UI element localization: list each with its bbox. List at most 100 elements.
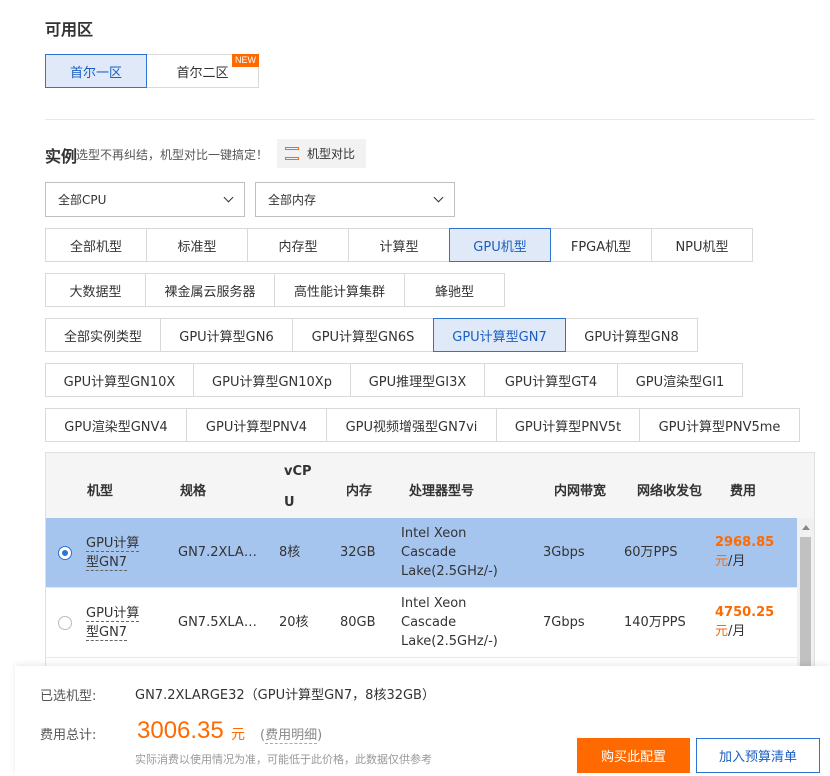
row-vcpu: 8核 bbox=[279, 545, 301, 560]
row-processor: Intel Xeon Cascade Lake(2.5GHz/-) bbox=[401, 524, 498, 581]
family-label: 高性能计算集群 bbox=[293, 284, 385, 300]
type-gt4[interactable]: GPU计算型GT4 bbox=[484, 363, 618, 397]
family-memory[interactable]: 内存型 bbox=[247, 228, 349, 262]
row-bandwidth: 7Gbps bbox=[543, 615, 585, 630]
family-label: GPU机型 bbox=[473, 239, 527, 255]
chevron-down-icon bbox=[223, 192, 234, 203]
buy-config-button[interactable]: 购买此配置 bbox=[577, 738, 690, 773]
type-label: 全部实例类型 bbox=[63, 329, 142, 345]
memory-select-value: 全部内存 bbox=[268, 193, 317, 207]
type-all[interactable]: 全部实例类型 bbox=[45, 318, 161, 352]
total-cost-label: 费用总计: bbox=[40, 728, 97, 743]
type-gn10x[interactable]: GPU计算型GN10X bbox=[45, 363, 194, 397]
row-yuan: 元 bbox=[715, 624, 729, 639]
proc-line: Lake(2.5GHz/-) bbox=[401, 564, 498, 579]
type-pnv4[interactable]: GPU计算型PNV4 bbox=[186, 408, 327, 442]
selected-model-value: GN7.2XLARGE32（GPU计算型GN7，8核32GB） bbox=[135, 688, 435, 703]
type-gn8[interactable]: GPU计算型GN8 bbox=[565, 318, 698, 352]
model-line: GPU计算 bbox=[86, 606, 140, 622]
zone-option-label: 首尔二区 bbox=[176, 65, 229, 81]
type-label: GPU计算型GN6 bbox=[179, 329, 274, 345]
proc-line: Intel Xeon bbox=[401, 596, 467, 611]
type-gn7vi[interactable]: GPU视频增强型GN7vi bbox=[326, 408, 497, 442]
table-header: 机型 规格 vCP U 内存 处理器型号 内网带宽 网络收发包 费用 bbox=[46, 453, 814, 518]
type-label: GPU计算型PNV5me bbox=[658, 419, 781, 435]
family-fengchi[interactable]: 蜂驰型 bbox=[404, 273, 505, 307]
zone-option-seoul-1[interactable]: 首尔一区 bbox=[45, 54, 147, 88]
add-budget-button[interactable]: 加入预算清单 bbox=[696, 738, 820, 773]
row-price: 2968.85 bbox=[715, 535, 775, 550]
type-label: GPU渲染型GNV4 bbox=[64, 419, 168, 435]
table-row[interactable]: GPU计算 型GN7 GN7.5XLA… 20核 80GB Intel Xeon… bbox=[46, 588, 797, 658]
family-all[interactable]: 全部机型 bbox=[45, 228, 147, 262]
table-row[interactable]: GPU计算 型GN7 GN7.2XLA… 8核 32GB Intel Xeon … bbox=[46, 518, 797, 588]
family-hpc[interactable]: 高性能计算集群 bbox=[274, 273, 405, 307]
type-label: GPU渲染型GI1 bbox=[635, 374, 725, 390]
family-bigdata[interactable]: 大数据型 bbox=[45, 273, 146, 307]
row-bandwidth: 3Gbps bbox=[543, 545, 585, 560]
family-gpu[interactable]: GPU机型 bbox=[449, 228, 551, 262]
type-gnv4[interactable]: GPU渲染型GNV4 bbox=[45, 408, 187, 442]
row-per: /月 bbox=[728, 624, 746, 639]
header-vcpu: vCP bbox=[284, 464, 312, 479]
total-price: 3006.35 bbox=[137, 717, 224, 744]
header-spec: 规格 bbox=[180, 484, 207, 499]
type-pnv5t[interactable]: GPU计算型PNV5t bbox=[496, 408, 640, 442]
row-pps: 140万PPS bbox=[624, 615, 686, 630]
header-memory: 内存 bbox=[346, 484, 373, 499]
family-compute[interactable]: 计算型 bbox=[348, 228, 450, 262]
type-gn10xp[interactable]: GPU计算型GN10Xp bbox=[193, 363, 351, 397]
model-line: 型GN7 bbox=[86, 625, 128, 641]
compare-models-button[interactable]: 机型对比 bbox=[277, 139, 366, 168]
cost-detail-link[interactable]: 费用明细 bbox=[265, 728, 318, 744]
type-label: GPU计算型GN10Xp bbox=[212, 374, 332, 390]
scrollbar-thumb[interactable] bbox=[800, 537, 811, 671]
type-label: GPU计算型GN6S bbox=[311, 329, 415, 345]
type-label: GPU计算型GN8 bbox=[584, 329, 679, 345]
row-radio[interactable] bbox=[58, 616, 72, 630]
memory-select[interactable]: 全部内存 bbox=[255, 182, 455, 217]
header-cost: 费用 bbox=[730, 484, 757, 499]
family-label: 裸金属云服务器 bbox=[164, 284, 256, 300]
type-gn7[interactable]: GPU计算型GN7 bbox=[433, 318, 566, 352]
scroll-up-arrow-icon[interactable] bbox=[802, 525, 810, 530]
row-memory: 32GB bbox=[340, 545, 376, 560]
budget-label: 加入预算清单 bbox=[718, 750, 797, 765]
row-vcpu: 20核 bbox=[279, 615, 309, 630]
row-spec: GN7.5XLA… bbox=[178, 615, 257, 630]
header-pps: 网络收发包 bbox=[637, 484, 703, 499]
compare-label: 机型对比 bbox=[307, 147, 356, 161]
instance-subtitle: 选型不再纠结，机型对比一键搞定！ bbox=[76, 148, 269, 162]
proc-line: Lake(2.5GHz/-) bbox=[401, 634, 498, 649]
cpu-select[interactable]: 全部CPU bbox=[45, 182, 245, 217]
zone-option-seoul-2[interactable]: 首尔二区 NEW bbox=[146, 54, 259, 88]
proc-line: Cascade bbox=[401, 615, 457, 630]
zone-title: 可用区 bbox=[45, 20, 94, 39]
type-gn6[interactable]: GPU计算型GN6 bbox=[160, 318, 293, 352]
family-label: 大数据型 bbox=[69, 284, 122, 300]
cost-note: 实际消费以使用情况为准，可能低于此价格，此数据仅供参考 bbox=[135, 753, 432, 766]
instance-title: 实例 bbox=[45, 147, 78, 166]
type-gi3x[interactable]: GPU推理型GI3X bbox=[350, 363, 485, 397]
row-processor: Intel Xeon Cascade Lake(2.5GHz/-) bbox=[401, 594, 498, 651]
type-gn6s[interactable]: GPU计算型GN6S bbox=[292, 318, 434, 352]
family-npu[interactable]: NPU机型 bbox=[651, 228, 753, 262]
header-bandwidth: 内网带宽 bbox=[554, 484, 607, 499]
type-gi1[interactable]: GPU渲染型GI1 bbox=[617, 363, 743, 397]
total-yuan: 元 bbox=[231, 727, 245, 743]
row-radio[interactable] bbox=[58, 546, 72, 560]
family-fpga[interactable]: FPGA机型 bbox=[550, 228, 652, 262]
family-label: 计算型 bbox=[379, 239, 419, 255]
row-cost: 4750.25 元/月 bbox=[715, 603, 774, 641]
zone-option-label: 首尔一区 bbox=[69, 65, 122, 81]
type-pnv5me[interactable]: GPU计算型PNV5me bbox=[639, 408, 800, 442]
row-per: /月 bbox=[728, 554, 746, 569]
family-standard[interactable]: 标准型 bbox=[146, 228, 248, 262]
row-model: GPU计算 型GN7 bbox=[86, 534, 140, 572]
model-line: GPU计算 bbox=[86, 536, 140, 552]
instance-table: 机型 规格 vCP U 内存 处理器型号 内网带宽 网络收发包 费用 GPU计算… bbox=[45, 452, 815, 672]
header-vcpu-wrap: U bbox=[284, 495, 295, 510]
family-baremetal[interactable]: 裸金属云服务器 bbox=[145, 273, 275, 307]
section-divider bbox=[45, 119, 815, 120]
row-cost: 2968.85 元/月 bbox=[715, 533, 774, 571]
